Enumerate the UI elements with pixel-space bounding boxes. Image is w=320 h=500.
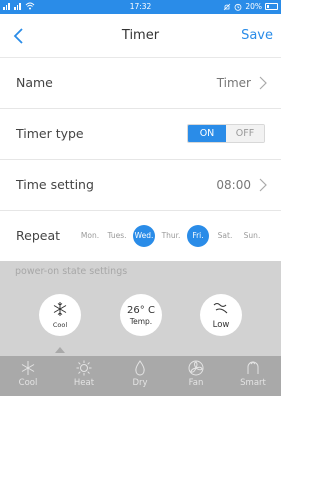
mode-smart-label: Smart [240, 378, 266, 388]
smart-icon [247, 361, 259, 374]
time-setting-row[interactable]: Time setting 08:00 [0, 160, 281, 211]
power-on-title: power-on state settings [15, 266, 128, 277]
timer-type-label: Timer type [16, 126, 84, 141]
power-on-mode-label: Cool [52, 321, 68, 329]
power-on-temp-button[interactable]: 26° C Temp. [120, 294, 162, 336]
fan-icon [188, 360, 204, 376]
day-fri[interactable]: Fri. [187, 225, 209, 247]
page-title: Timer [121, 28, 160, 43]
mode-dry-label: Dry [132, 378, 148, 388]
save-button[interactable]: Save [241, 28, 273, 43]
timer-type-toggle[interactable]: ON OFF [187, 124, 265, 143]
mute-icon [224, 3, 231, 10]
alarm-icon [234, 3, 242, 11]
mode-heat[interactable]: Heat [56, 360, 112, 394]
day-thur[interactable]: Thur. [160, 225, 182, 247]
status-right: 20% [223, 2, 278, 11]
power-on-fan-button[interactable]: Low [200, 294, 242, 336]
day-mon[interactable]: Mon. [79, 225, 101, 247]
chevron-right-icon [259, 76, 267, 90]
mode-heat-label: Heat [73, 378, 95, 388]
battery-icon [265, 3, 278, 10]
repeat-label: Repeat [16, 228, 61, 243]
sun-icon [76, 360, 92, 376]
selection-pointer [55, 347, 65, 353]
day-sat[interactable]: Sat. [214, 225, 236, 247]
mode-bar: Cool Heat Dry Fan Smart [0, 356, 281, 396]
toggle-off[interactable]: OFF [226, 125, 264, 142]
time-setting-value: 08:00 [216, 178, 251, 192]
chevron-right-icon [259, 178, 267, 192]
timer-type-row: Timer type ON OFF [0, 109, 281, 160]
header: Timer Save [0, 14, 281, 58]
mode-smart[interactable]: Smart [225, 360, 281, 394]
name-value: Timer [216, 76, 251, 90]
mode-cool[interactable]: Cool [0, 360, 56, 394]
power-on-temp-label: Temp. [129, 317, 153, 326]
mode-cool-label: Cool [18, 378, 38, 388]
power-on-fan-label: Low [212, 320, 230, 330]
name-label: Name [16, 75, 53, 90]
status-bar: 17:32 20% [0, 0, 281, 14]
mode-fan-label: Fan [188, 378, 204, 388]
name-row[interactable]: Name Timer [0, 58, 281, 109]
repeat-row: Repeat Mon. Tues. Wed. Thur. Fri. Sat. S… [0, 211, 281, 261]
fan-speed-icon [213, 302, 228, 314]
repeat-days: Mon. Tues. Wed. Thur. Fri. Sat. Sun. [79, 225, 265, 247]
power-on-temp-value: 26° C [127, 305, 155, 316]
mode-dry[interactable]: Dry [112, 360, 168, 394]
snowflake-icon [53, 302, 67, 316]
power-on-mode-button[interactable]: Cool [39, 294, 81, 336]
mode-fan[interactable]: Fan [168, 360, 224, 394]
snowflake-icon [21, 361, 35, 375]
toggle-on[interactable]: ON [188, 125, 226, 142]
day-wed[interactable]: Wed. [133, 225, 155, 247]
battery-percent: 20% [245, 2, 262, 11]
day-tues[interactable]: Tues. [106, 225, 128, 247]
time-setting-label: Time setting [16, 177, 94, 192]
droplet-icon [135, 360, 145, 376]
power-on-panel: power-on state settings Cool 26° C Temp.… [0, 261, 281, 356]
day-sun[interactable]: Sun. [241, 225, 263, 247]
